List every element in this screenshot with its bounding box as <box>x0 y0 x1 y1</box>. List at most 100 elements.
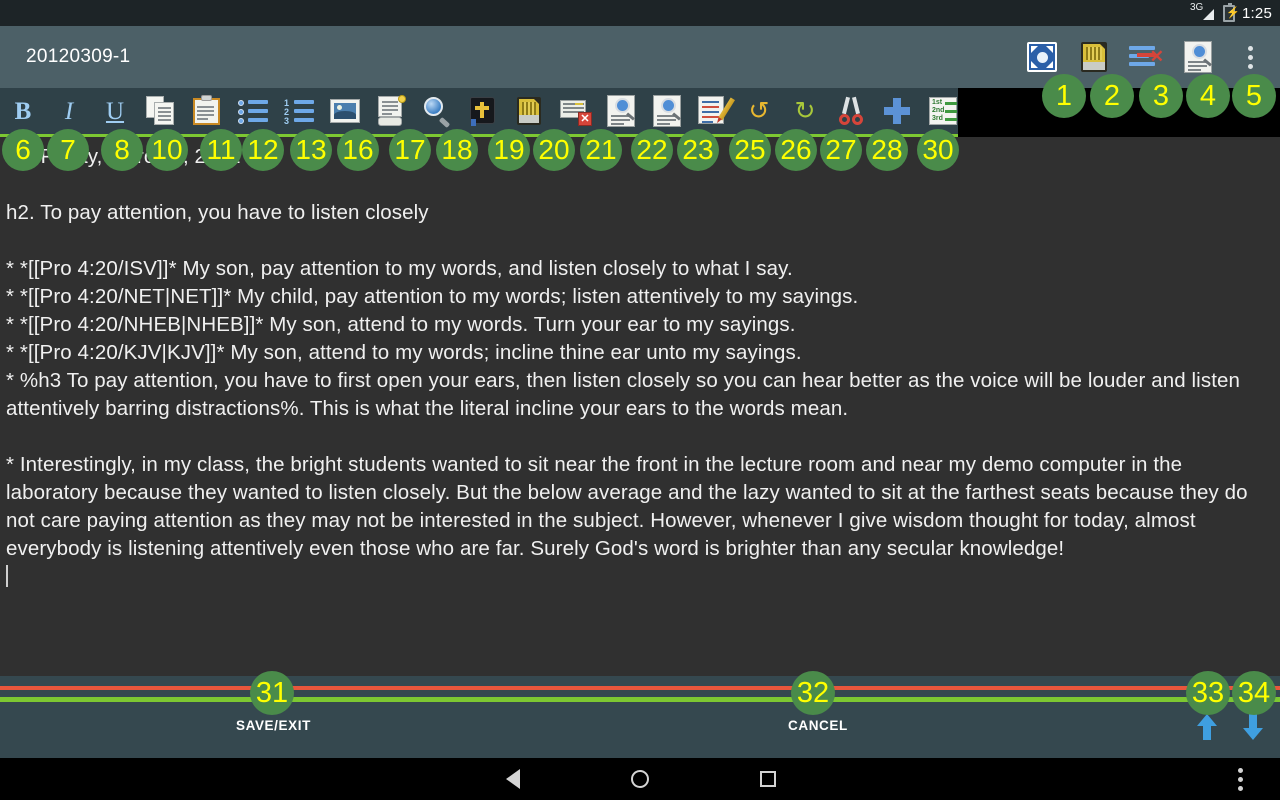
network-label: 3G <box>1190 2 1204 13</box>
screen-root: 3G ⚡ 1:25 20120309-1 ✕ B I U 1 2 3 ✕ ↺ ↻… <box>0 0 1280 800</box>
recents-square-icon <box>760 771 776 787</box>
sd-card-button[interactable] <box>1070 33 1118 81</box>
document-search-icon <box>653 95 681 127</box>
battery-bolt-icon: ⚡ <box>1226 6 1240 19</box>
image-icon <box>330 99 360 123</box>
nav-back-button[interactable] <box>481 758 545 800</box>
rank-list-icon: 1st 2nd 3rd <box>929 97 957 125</box>
app-title-bar: 20120309-1 ✕ <box>0 26 1280 88</box>
document-search-icon <box>607 95 635 127</box>
bold-button[interactable]: B <box>0 88 46 134</box>
format-toolbar: B I U 1 2 3 ✕ ↺ ↻ 1st 2nd 3rd <box>0 88 958 137</box>
undo-button[interactable]: ↺ <box>736 88 782 134</box>
doc-line: * *[[Pro 4:20/KJV|KJV]]* My son, attend … <box>6 341 802 364</box>
doc-line: * *[[Pro 4:20/ISV]]* My son, pay attenti… <box>6 257 793 280</box>
kebab-menu-icon <box>1237 767 1243 791</box>
keyboard-off-button[interactable]: ✕ <box>552 88 598 134</box>
edit-note-button[interactable] <box>690 88 736 134</box>
doc-line: * *[[Pro 4:20/NHEB|NHEB]]* My son, atten… <box>6 313 796 336</box>
doc-line: h1. Friday, March 9, 2012 <box>6 145 241 168</box>
red-divider-line <box>0 686 1280 690</box>
find-in-document-button[interactable] <box>598 88 644 134</box>
document-content[interactable]: h1. Friday, March 9, 2012 h2. To pay att… <box>0 137 1280 591</box>
copy-icon <box>146 96 176 126</box>
nav-recents-button[interactable] <box>736 758 800 800</box>
cancel-button[interactable]: CANCEL <box>788 718 848 733</box>
insert-link-button[interactable] <box>368 88 414 134</box>
numbered-list-button[interactable]: 1 2 3 <box>276 88 322 134</box>
undo-icon: ↺ <box>748 96 770 125</box>
insert-image-button[interactable] <box>322 88 368 134</box>
redo-icon: ↻ <box>794 96 816 125</box>
back-triangle-icon <box>506 769 520 789</box>
bible-book-icon <box>468 96 498 126</box>
bold-icon: B <box>14 97 32 125</box>
scroll-down-button[interactable] <box>1236 710 1270 744</box>
link-document-icon <box>376 95 406 126</box>
bulleted-list-button[interactable] <box>230 88 276 134</box>
overflow-menu-button[interactable] <box>1226 33 1274 81</box>
paste-icon <box>192 95 222 126</box>
arrow-up-icon <box>1197 714 1217 740</box>
overflow-menu-icon <box>1247 45 1253 69</box>
nav-menu-button[interactable] <box>1208 758 1272 800</box>
fullscreen-toggle-button[interactable] <box>1018 33 1066 81</box>
title-bar-actions: ✕ <box>1018 26 1274 88</box>
battery-charging-icon: ⚡ <box>1223 2 1240 22</box>
doc-line: * Interestingly, in my class, the bright… <box>6 453 1248 560</box>
magnifier-icon <box>422 96 452 129</box>
document-search-icon <box>1184 41 1212 73</box>
signal-3g-icon: 3G <box>1190 2 1216 22</box>
bulleted-list-icon <box>238 96 268 126</box>
paste-button[interactable] <box>184 88 230 134</box>
android-navigation-bar <box>0 758 1280 800</box>
italic-icon: I <box>64 97 74 125</box>
doc-line: * *[[Pro 4:20/NET|NET]]* My child, pay a… <box>6 285 859 308</box>
cut-button[interactable] <box>828 88 874 134</box>
rank-list-button[interactable]: 1st 2nd 3rd <box>920 88 966 134</box>
redo-button[interactable]: ↻ <box>782 88 828 134</box>
bottom-action-bar: SAVE/EXIT CANCEL <box>0 676 1280 758</box>
arrow-down-icon <box>1243 714 1263 740</box>
underline-icon: U <box>105 97 125 125</box>
home-circle-icon <box>631 770 649 788</box>
signal-bars-icon <box>1203 9 1214 20</box>
scroll-up-button[interactable] <box>1190 710 1224 744</box>
doc-line-blank <box>6 171 1272 199</box>
doc-line: * %h3 To pay attention, you have to firs… <box>6 369 1240 420</box>
sd-card-icon <box>517 97 541 125</box>
sd-card-insert-button[interactable] <box>506 88 552 134</box>
rank-row-1-label: 1st <box>932 99 943 106</box>
text-editor[interactable]: h1. Friday, March 9, 2012 h2. To pay att… <box>0 137 1280 676</box>
copy-button[interactable] <box>138 88 184 134</box>
doc-line: h2. To pay attention, you have to listen… <box>6 201 429 224</box>
search-button[interactable] <box>414 88 460 134</box>
plus-icon <box>884 98 910 124</box>
status-clock: 1:25 <box>1242 4 1272 22</box>
word-wrap-off-icon: ✕ <box>1129 44 1164 70</box>
add-button[interactable] <box>874 88 920 134</box>
italic-button[interactable]: I <box>46 88 92 134</box>
text-caret <box>6 565 8 587</box>
document-title: 20120309-1 <box>26 46 131 67</box>
save-exit-button[interactable]: SAVE/EXIT <box>236 718 311 733</box>
rank-row-3-label: 3rd <box>932 115 943 122</box>
underline-button[interactable]: U <box>92 88 138 134</box>
android-status-bar: 3G ⚡ 1:25 <box>0 0 1280 26</box>
scissors-icon <box>838 96 864 125</box>
bottom-bar-inner: SAVE/EXIT CANCEL <box>0 702 1280 758</box>
sd-card-icon <box>1081 42 1107 72</box>
keyboard-off-icon: ✕ <box>560 96 592 126</box>
document-search-2-button[interactable] <box>644 88 690 134</box>
doc-line-blank <box>6 423 1272 451</box>
bible-button[interactable] <box>460 88 506 134</box>
nav-home-button[interactable] <box>608 758 672 800</box>
edit-pencil-icon <box>698 96 735 126</box>
fullscreen-move-icon <box>1027 42 1057 72</box>
doc-line-blank <box>6 227 1272 255</box>
document-search-button[interactable] <box>1174 33 1222 81</box>
word-wrap-toggle-button[interactable]: ✕ <box>1122 33 1170 81</box>
doc-caret-line <box>6 563 1272 591</box>
numbered-list-icon: 1 2 3 <box>284 96 314 126</box>
rank-row-2-label: 2nd <box>932 107 945 114</box>
